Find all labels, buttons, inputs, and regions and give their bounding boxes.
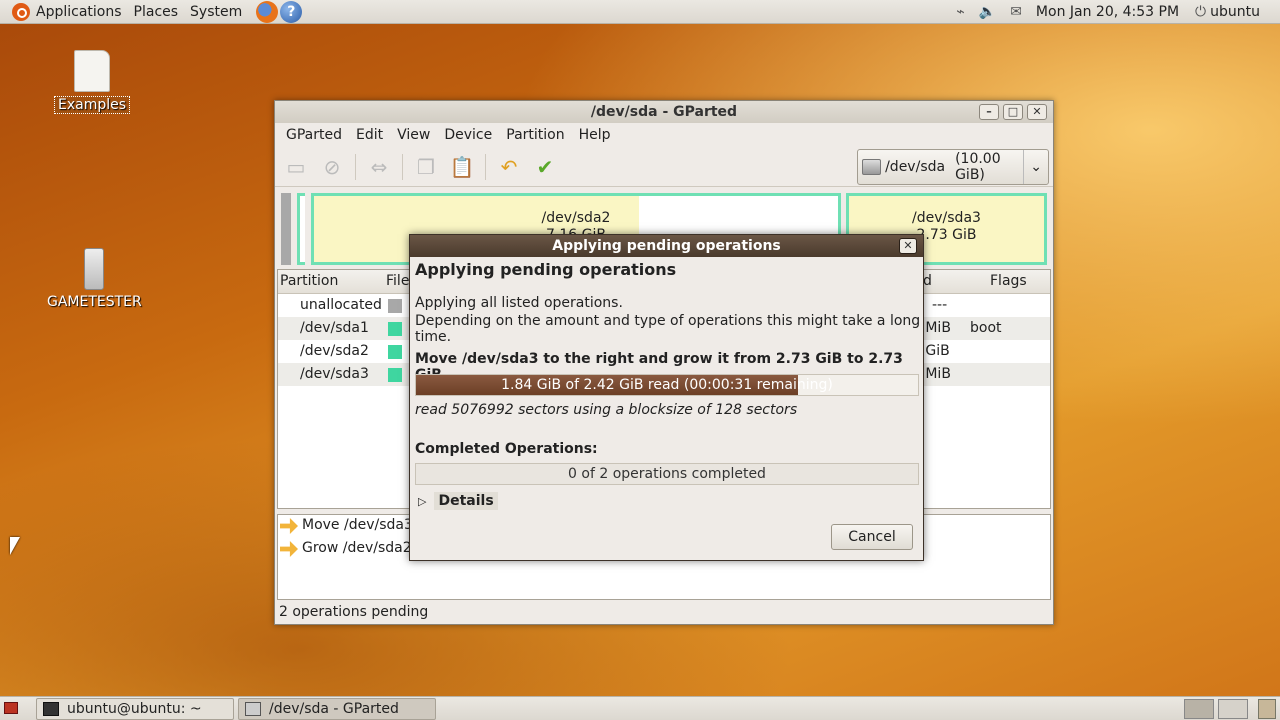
- delete-icon[interactable]: ⊘: [319, 154, 345, 180]
- device-select[interactable]: /dev/sda (10.00 GiB) ⌄: [857, 149, 1049, 185]
- cell-partition: unallocated: [300, 297, 382, 313]
- dialog-titlebar[interactable]: Applying pending operations ✕: [410, 235, 923, 257]
- device-name: /dev/sda: [885, 159, 946, 175]
- show-desktop-icon[interactable]: [4, 702, 18, 714]
- maximize-icon[interactable]: □: [1003, 104, 1023, 120]
- completed-label: Completed Operations:: [415, 441, 598, 457]
- completed-text: 0 of 2 operations completed: [568, 466, 766, 482]
- taskbar-item-gparted[interactable]: /dev/sda - GParted: [238, 698, 436, 720]
- partition-map-label: /dev/sda2: [541, 210, 611, 226]
- column-header-partition[interactable]: Partition: [280, 273, 338, 289]
- toolbar-separator: [485, 153, 486, 180]
- details-expander[interactable]: ▷ Details: [418, 492, 498, 510]
- document-icon: [74, 50, 111, 92]
- mail-icon[interactable]: ✉: [1010, 4, 1022, 20]
- details-label: Details: [434, 492, 498, 510]
- column-header-flags[interactable]: Flags: [990, 273, 1027, 289]
- cell-partition: /dev/sda2: [300, 343, 369, 359]
- menu-partition[interactable]: Partition: [506, 127, 564, 143]
- menubar: GParted Edit View Device Partition Help: [275, 123, 1053, 147]
- close-icon[interactable]: ✕: [1027, 104, 1047, 120]
- menu-system[interactable]: System: [190, 4, 242, 20]
- taskbar-item-terminal[interactable]: ubuntu@ubuntu: ~: [36, 698, 234, 720]
- volume-icon[interactable]: 🔈: [979, 4, 996, 20]
- workspace-1[interactable]: [1184, 699, 1214, 719]
- cell-used: ---: [932, 297, 948, 313]
- close-icon[interactable]: ✕: [899, 238, 917, 254]
- window-titlebar[interactable]: /dev/sda - GParted – □ ✕: [275, 101, 1053, 123]
- operation-text: Grow /dev/sda2 f: [302, 540, 422, 556]
- new-partition-icon[interactable]: ▭: [283, 154, 309, 180]
- trash-icon[interactable]: [1258, 699, 1276, 719]
- copy-icon[interactable]: ❐: [413, 154, 439, 180]
- partition-map-label: /dev/sda3: [912, 210, 981, 226]
- clock[interactable]: Mon Jan 20, 4:53 PM: [1036, 4, 1179, 20]
- network-icon[interactable]: ⌁: [956, 4, 964, 20]
- device-size: (10.00 GiB): [955, 151, 1001, 183]
- menu-help[interactable]: Help: [579, 127, 611, 143]
- cell-partition: /dev/sda3: [300, 366, 369, 382]
- operation-arrow-icon: [280, 518, 298, 534]
- terminal-icon: [43, 702, 59, 716]
- undo-icon[interactable]: ↶: [496, 154, 522, 180]
- operation-arrow-icon: [280, 541, 298, 557]
- window-title: /dev/sda - GParted: [590, 104, 738, 120]
- toolbar-separator: [355, 153, 356, 180]
- expander-triangle-icon: ▷: [418, 494, 427, 508]
- desktop-icon-label: Examples: [54, 96, 131, 114]
- menu-gparted[interactable]: GParted: [286, 127, 342, 143]
- resize-move-icon[interactable]: ⇔: [366, 154, 392, 180]
- workspace-2[interactable]: [1218, 699, 1248, 719]
- dialog-title: Applying pending operations: [552, 238, 781, 254]
- menu-device[interactable]: Device: [444, 127, 492, 143]
- operation-progress-bar: 1.84 GiB of 2.42 GiB read (00:00:31 rema…: [415, 374, 919, 396]
- menu-applications[interactable]: Applications: [36, 4, 122, 20]
- menu-view[interactable]: View: [397, 127, 430, 143]
- ubuntu-logo-icon[interactable]: [12, 2, 30, 21]
- operation-text: Move /dev/sda3 t: [302, 517, 423, 533]
- bottom-panel: ubuntu@ubuntu: ~ /dev/sda - GParted: [0, 696, 1280, 720]
- partition-map-sda1[interactable]: [297, 193, 305, 265]
- toolbar-separator: [402, 153, 403, 180]
- filesystem-swatch: [388, 368, 402, 382]
- cancel-button[interactable]: Cancel: [831, 524, 913, 550]
- filesystem-swatch: [388, 345, 402, 359]
- dialog-line1: Applying all listed operations.: [415, 295, 623, 311]
- completed-progress-bar: 0 of 2 operations completed: [415, 463, 919, 485]
- progress-text: 1.84 GiB of 2.42 GiB read (00:00:31 rema…: [501, 377, 833, 393]
- user-menu[interactable]: ubuntu: [1210, 4, 1260, 20]
- task-label: /dev/sda - GParted: [269, 701, 399, 717]
- desktop-icon-label: GAMETESTER: [47, 294, 142, 310]
- desktop-icon-gametester[interactable]: GAMETESTER: [44, 248, 145, 310]
- apply-dialog: Applying pending operations ✕ Applying p…: [409, 234, 924, 561]
- task-label: ubuntu@ubuntu: ~: [67, 701, 202, 717]
- dialog-line2: Depending on the amount and type of oper…: [415, 313, 921, 345]
- chevron-down-icon: ⌄: [1023, 150, 1048, 184]
- operation-detail: read 5076992 sectors using a blocksize o…: [415, 402, 798, 418]
- filesystem-swatch: [388, 322, 402, 336]
- system-tray: ⌁ 🔈 ✉ Mon Jan 20, 4:53 PM ⏻ ubuntu: [956, 0, 1280, 24]
- partition-map-unallocated[interactable]: [281, 193, 291, 265]
- menu-edit[interactable]: Edit: [356, 127, 383, 143]
- window-icon: [245, 702, 261, 716]
- mouse-cursor-icon: [10, 537, 20, 555]
- top-panel: Applications Places System ? ⌁ 🔈 ✉ Mon J…: [0, 0, 1280, 24]
- usb-drive-icon: [84, 248, 105, 290]
- harddisk-icon: [862, 159, 882, 175]
- apply-icon[interactable]: ✔: [532, 154, 558, 180]
- column-header-used[interactable]: d: [923, 273, 932, 289]
- minimize-icon[interactable]: –: [979, 104, 999, 120]
- column-header-filesystem[interactable]: File: [386, 273, 409, 289]
- filesystem-swatch: [388, 299, 402, 313]
- dialog-heading: Applying pending operations: [415, 260, 677, 279]
- cell-flags: boot: [970, 320, 1002, 336]
- firefox-icon[interactable]: [256, 0, 279, 23]
- desktop-icon-examples[interactable]: Examples: [54, 50, 131, 114]
- help-icon[interactable]: ?: [280, 0, 303, 23]
- paste-icon[interactable]: 📋: [449, 154, 475, 180]
- menu-places[interactable]: Places: [134, 4, 179, 20]
- cell-partition: /dev/sda1: [300, 320, 369, 336]
- status-bar: 2 operations pending: [279, 604, 429, 620]
- power-icon[interactable]: ⏻: [1195, 4, 1206, 20]
